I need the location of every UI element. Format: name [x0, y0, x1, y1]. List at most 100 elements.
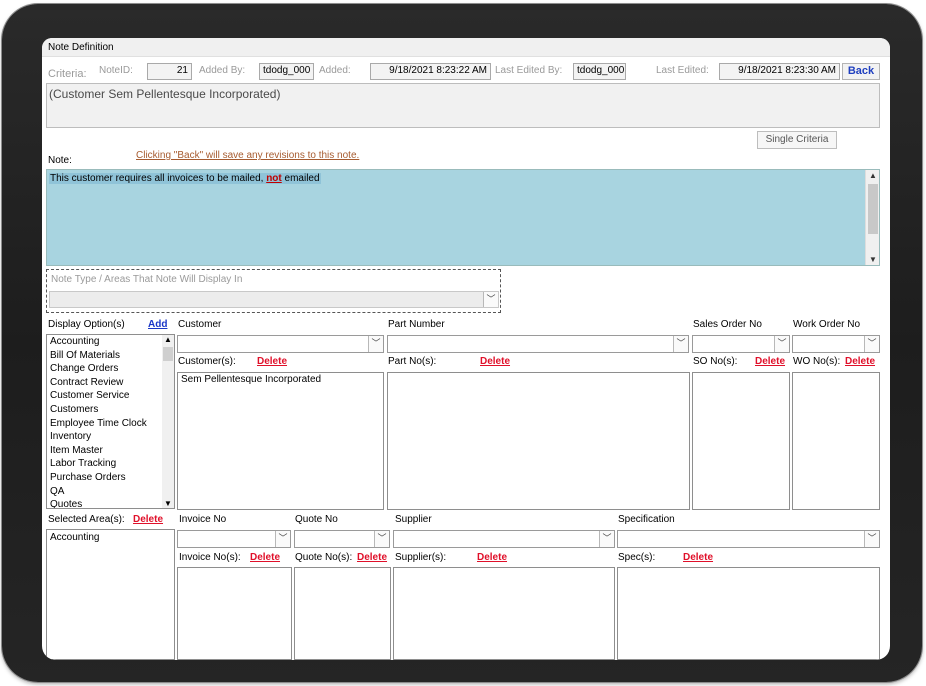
- caret-down-icon[interactable]: ▼: [162, 499, 174, 508]
- chevron-down-icon[interactable]: ﹀: [368, 336, 383, 352]
- display-options-scroll-thumb[interactable]: [163, 347, 173, 361]
- list-item[interactable]: Inventory: [47, 430, 174, 444]
- criteria-label: Criteria:: [48, 68, 87, 80]
- wo-delete-link[interactable]: Delete: [845, 356, 875, 367]
- quote-label: Quote No: [295, 514, 338, 525]
- list-item[interactable]: Labor Tracking: [47, 457, 174, 471]
- app-window: Note Definition Criteria: NoteID: 21 Add…: [42, 38, 890, 660]
- list-item[interactable]: Item Master: [47, 444, 174, 458]
- specs-list[interactable]: [617, 567, 880, 660]
- supplier-combo[interactable]: ﹀: [393, 530, 615, 548]
- last-edited-label: Last Edited:: [656, 65, 709, 76]
- list-item[interactable]: QA: [47, 485, 174, 499]
- chevron-down-icon[interactable]: ﹀: [374, 531, 389, 547]
- criteria-text: (Customer Sem Pellentesque Incorporated): [46, 83, 880, 128]
- last-edited-by-label: Last Edited By:: [495, 65, 563, 76]
- customer-combo[interactable]: ﹀: [177, 335, 384, 353]
- part-list-label: Part No(s):: [388, 356, 437, 367]
- chevron-down-icon[interactable]: ﹀: [864, 531, 879, 547]
- chevron-down-icon[interactable]: ﹀: [275, 531, 290, 547]
- part-number-label: Part Number: [388, 319, 445, 330]
- customer-label: Customer: [178, 319, 222, 330]
- quotes-list[interactable]: [294, 567, 391, 660]
- caret-down-icon[interactable]: ▼: [866, 255, 880, 264]
- note-id-field: 21: [147, 63, 192, 80]
- note-text: This customer requires all invoices to b…: [49, 173, 321, 184]
- note-type-label: Note Type / Areas That Note Will Display…: [51, 274, 243, 285]
- caret-up-icon[interactable]: ▲: [866, 171, 880, 180]
- note-scroll-thumb[interactable]: [868, 184, 878, 234]
- sales-orders-list[interactable]: [692, 372, 790, 510]
- supplier-delete-link[interactable]: Delete: [477, 552, 507, 563]
- back-button[interactable]: Back: [842, 63, 880, 80]
- part-number-combo[interactable]: ﹀: [387, 335, 689, 353]
- single-criteria-button[interactable]: Single Criteria: [757, 131, 837, 149]
- note-label: Note:: [48, 155, 72, 166]
- list-item[interactable]: Purchase Orders: [47, 471, 174, 485]
- selected-areas-label: Selected Area(s):: [48, 514, 125, 525]
- spec-list-label: Spec(s):: [618, 552, 656, 563]
- added-by-label: Added By:: [199, 65, 246, 76]
- invoice-combo[interactable]: ﹀: [177, 530, 291, 548]
- caret-up-icon[interactable]: ▲: [162, 335, 174, 344]
- save-hint-link: Clicking "Back" will save any revisions …: [136, 150, 360, 161]
- invoice-label: Invoice No: [179, 514, 227, 525]
- note-type-group: Note Type / Areas That Note Will Display…: [46, 269, 501, 313]
- customer-delete-link[interactable]: Delete: [257, 356, 287, 367]
- note-textarea[interactable]: This customer requires all invoices to b…: [46, 169, 880, 266]
- list-item[interactable]: Bill Of Materials: [47, 349, 174, 363]
- work-order-label: Work Order No: [793, 319, 861, 330]
- so-list-label: SO No(s):: [693, 356, 738, 367]
- work-order-combo[interactable]: ﹀: [792, 335, 880, 353]
- supplier-list-label: Supplier(s):: [395, 552, 447, 563]
- list-item[interactable]: Customer Service: [47, 389, 174, 403]
- specification-combo[interactable]: ﹀: [617, 530, 880, 548]
- display-options-scrollbar[interactable]: ▲ ▼: [162, 335, 174, 508]
- so-delete-link[interactable]: Delete: [755, 356, 785, 367]
- list-item[interactable]: Accounting: [47, 335, 174, 349]
- part-delete-link[interactable]: Delete: [480, 356, 510, 367]
- last-edited-by-field: tdodg_000: [573, 63, 626, 80]
- chevron-down-icon[interactable]: ﹀: [673, 336, 688, 352]
- list-item[interactable]: Sem Pellentesque Incorporated: [178, 373, 383, 387]
- wo-list-label: WO No(s):: [793, 356, 841, 367]
- quote-combo[interactable]: ﹀: [294, 530, 390, 548]
- list-item[interactable]: Employee Time Clock: [47, 417, 174, 431]
- list-item[interactable]: Contract Review: [47, 376, 174, 390]
- quote-delete-link[interactable]: Delete: [357, 552, 387, 563]
- chevron-down-icon[interactable]: ﹀: [599, 531, 614, 547]
- invoice-list-label: Invoice No(s):: [179, 552, 241, 563]
- invoice-delete-link[interactable]: Delete: [250, 552, 280, 563]
- sales-order-label: Sales Order No: [693, 319, 762, 330]
- list-item[interactable]: Customers: [47, 403, 174, 417]
- invoices-list[interactable]: [177, 567, 292, 660]
- specification-label: Specification: [618, 514, 675, 525]
- note-id-label: NoteID:: [99, 65, 133, 76]
- note-scrollbar[interactable]: ▲ ▼: [865, 170, 879, 265]
- supplier-label: Supplier: [395, 514, 432, 525]
- chevron-down-icon[interactable]: ﹀: [864, 336, 879, 352]
- tablet-frame: Note Definition Criteria: NoteID: 21 Add…: [2, 4, 922, 682]
- add-display-option-link[interactable]: Add: [148, 319, 167, 330]
- suppliers-list[interactable]: [393, 567, 615, 660]
- window-title: Note Definition: [48, 42, 114, 53]
- selected-areas-list[interactable]: Accounting: [46, 529, 175, 660]
- display-options-list[interactable]: Accounting Bill Of Materials Change Orders…: [46, 334, 175, 509]
- customers-list[interactable]: Sem Pellentesque Incorporated: [177, 372, 384, 510]
- chevron-down-icon[interactable]: ﹀: [774, 336, 789, 352]
- list-item[interactable]: Accounting: [47, 531, 174, 545]
- added-date-field: 9/18/2021 8:23:22 AM: [370, 63, 491, 80]
- work-orders-list[interactable]: [792, 372, 880, 510]
- note-emphasis: not: [266, 173, 282, 184]
- selected-areas-delete-link[interactable]: Delete: [133, 514, 163, 525]
- sales-order-combo[interactable]: ﹀: [692, 335, 790, 353]
- customers-list-label: Customer(s):: [178, 356, 236, 367]
- part-numbers-list[interactable]: [387, 372, 690, 510]
- list-item[interactable]: Change Orders: [47, 362, 174, 376]
- list-item[interactable]: Quotes: [47, 498, 174, 508]
- added-by-field: tdodg_000: [259, 63, 314, 80]
- added-label: Added:: [319, 65, 351, 76]
- note-type-combo[interactable]: ﹀: [49, 291, 499, 308]
- chevron-down-icon[interactable]: ﹀: [483, 292, 498, 307]
- spec-delete-link[interactable]: Delete: [683, 552, 713, 563]
